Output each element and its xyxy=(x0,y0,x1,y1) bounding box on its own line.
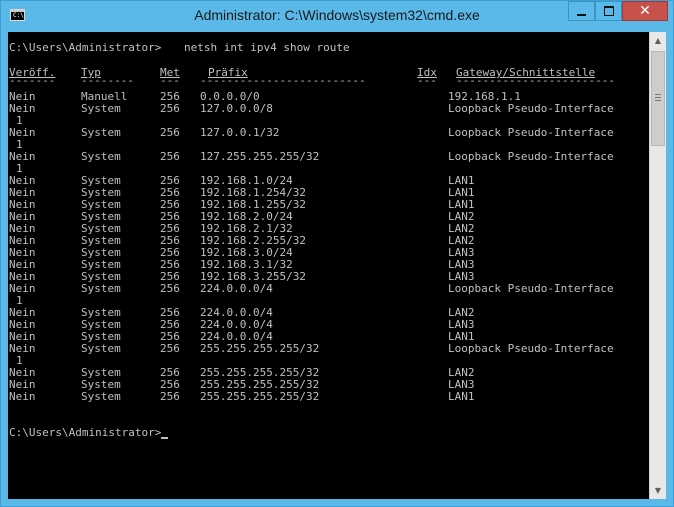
close-icon: ✕ xyxy=(639,3,651,19)
final-prompt-line: C:\Users\Administrator> xyxy=(9,427,169,439)
cell-metric: 256 xyxy=(160,342,180,355)
cell-type: System xyxy=(81,282,121,295)
console-output[interactable]: C:\Users\Administrator> netsh int ipv4 s… xyxy=(8,32,649,499)
maximize-icon xyxy=(603,6,614,16)
scrollbar-thumb[interactable] xyxy=(651,51,665,146)
cell-type: System xyxy=(81,102,121,115)
command-line: C:\Users\Administrator> netsh int ipv4 s… xyxy=(9,42,350,54)
text-cursor xyxy=(161,437,169,439)
cell-prefix: 127.0.0.0/8 xyxy=(200,102,273,115)
command-text: netsh int ipv4 show route xyxy=(184,41,350,54)
final-prompt: C:\Users\Administrator> xyxy=(9,426,169,439)
title-bar[interactable]: C:\ Administrator: C:\Windows\system32\c… xyxy=(1,1,673,31)
cell-published: Nein xyxy=(9,390,36,403)
thumb-grip xyxy=(655,100,661,101)
cell-prefix: 255.255.255.255/32 xyxy=(200,390,320,403)
header-rule: ------- -------- --- -------------------… xyxy=(9,75,615,87)
close-button[interactable]: ✕ xyxy=(622,1,668,21)
cmd-window: C:\ Administrator: C:\Windows\system32\c… xyxy=(0,0,674,507)
rule-idx: --- xyxy=(417,74,437,87)
cell-gateway: Loopback Pseudo-Interface xyxy=(448,342,614,355)
cell-type: System xyxy=(81,150,121,163)
cell-gateway: Loopback Pseudo-Interface xyxy=(448,150,614,163)
vertical-scrollbar[interactable]: ▲ ▼ xyxy=(649,32,666,499)
cell-gateway: Loopback Pseudo-Interface xyxy=(448,102,614,115)
minimize-icon xyxy=(577,14,586,16)
cell-metric: 256 xyxy=(160,390,180,403)
rule-gateway: ------------------------ xyxy=(456,74,615,87)
maximize-button[interactable] xyxy=(595,1,622,21)
cell-prefix: 127.255.255.255/32 xyxy=(200,150,320,163)
rule-prefix: ------------------------- xyxy=(200,74,366,87)
cell-type: System xyxy=(81,126,121,139)
rule-metric: --- xyxy=(160,74,180,87)
thumb-grip xyxy=(655,97,661,98)
cell-gateway: LAN1 xyxy=(448,390,475,403)
cell-prefix: 255.255.255.255/32 xyxy=(200,342,320,355)
rule-type: -------- xyxy=(81,74,134,87)
final-prompt-text: C:\Users\Administrator> xyxy=(9,426,162,439)
cell-metric: 256 xyxy=(160,102,180,115)
cell-prefix: 224.0.0.0/4 xyxy=(200,282,273,295)
cell-metric: 256 xyxy=(160,126,180,139)
cell-metric: 256 xyxy=(160,150,180,163)
cell-type: System xyxy=(81,342,121,355)
cell-gateway: Loopback Pseudo-Interface xyxy=(448,282,614,295)
cell-prefix: 127.0.0.1/32 xyxy=(200,126,280,139)
scroll-down-icon[interactable]: ▼ xyxy=(650,482,666,499)
scroll-up-icon[interactable]: ▲ xyxy=(650,32,666,49)
minimize-button[interactable] xyxy=(568,1,595,21)
rule-published: ------- xyxy=(9,74,56,87)
cell-gateway: Loopback Pseudo-Interface xyxy=(448,126,614,139)
cell-metric: 256 xyxy=(160,282,180,295)
cell-type: System xyxy=(81,390,121,403)
thumb-grip xyxy=(655,94,661,95)
prompt-text: C:\Users\Administrator> xyxy=(9,41,162,54)
